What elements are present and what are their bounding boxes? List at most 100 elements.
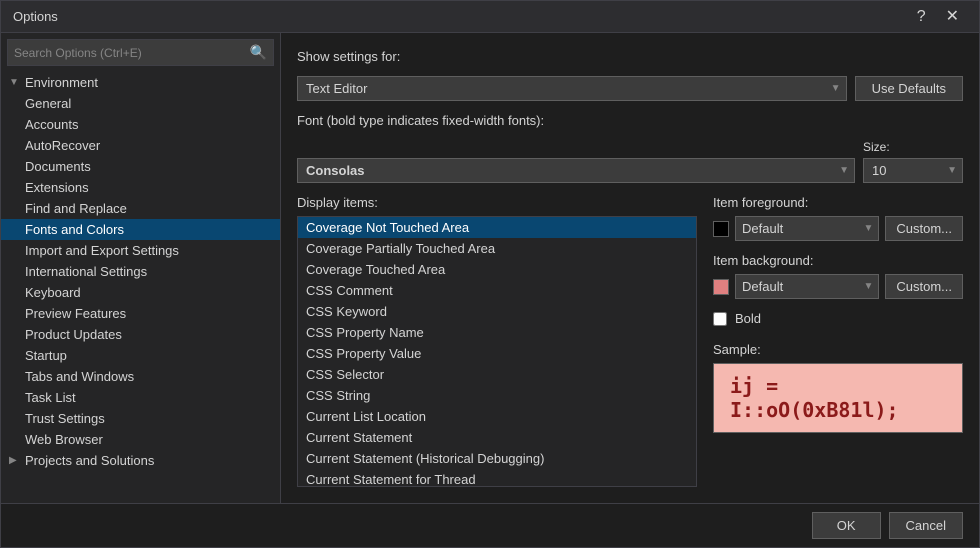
tree-item-extensions[interactable]: Extensions [1,177,280,198]
tree-label-task-list: Task List [25,390,76,405]
cancel-button[interactable]: Cancel [889,512,963,539]
font-row: Consolas ▼ Size: 10 ▼ [297,140,963,183]
tree-item-tabs-windows[interactable]: Tabs and Windows [1,366,280,387]
tree-item-import-export[interactable]: Import and Export Settings [1,240,280,261]
bold-row: Bold [713,311,963,326]
list-item-current-list-location[interactable]: Current List Location [298,406,696,427]
tree-label-startup: Startup [25,348,67,363]
tree-label-international: International Settings [25,264,147,279]
title-controls: ? ✕ [909,7,967,27]
list-item-coverage-touched[interactable]: Coverage Touched Area [298,259,696,280]
expand-arrow-environment: ▼ [9,77,25,88]
show-settings-dropdown[interactable]: Text Editor [297,76,847,101]
font-dropdown[interactable]: Consolas [297,158,855,183]
tree-label-general: General [25,96,71,111]
tree-label-import-export: Import and Export Settings [25,243,179,258]
tree-item-find-replace[interactable]: Find and Replace [1,198,280,219]
size-dropdown[interactable]: 10 [863,158,963,183]
list-item-coverage-not-touched[interactable]: Coverage Not Touched Area [298,217,696,238]
custom-bg-button[interactable]: Custom... [885,274,963,299]
list-item-current-statement-thread[interactable]: Current Statement for Thread [298,469,696,487]
ok-button[interactable]: OK [812,512,881,539]
bg-dropdown[interactable]: Default [735,274,879,299]
list-item-css-string[interactable]: CSS String [298,385,696,406]
tree-item-environment[interactable]: ▼ Environment [1,72,280,93]
tree-label-fonts-colors: Fonts and Colors [25,222,124,237]
tree-label-find-replace: Find and Replace [25,201,127,216]
sample-box: ij = I::oO(0xB81l); [713,363,963,433]
tree-item-preview[interactable]: Preview Features [1,303,280,324]
fg-dropdown[interactable]: Default [735,216,879,241]
display-list-col: Display items: Coverage Not Touched Area… [297,195,697,487]
tree-item-autorecover[interactable]: AutoRecover [1,135,280,156]
search-icon[interactable]: 🔍 [244,40,273,65]
sample-code: ij = I::oO(0xB81l); [730,374,946,422]
list-item-css-property-name[interactable]: CSS Property Name [298,322,696,343]
font-label: Font (bold type indicates fixed-width fo… [297,113,544,128]
bottom-bar: OK Cancel [1,503,979,547]
tree-label-autorecover: AutoRecover [25,138,100,153]
tree-item-trust[interactable]: Trust Settings [1,408,280,429]
use-defaults-button[interactable]: Use Defaults [855,76,963,101]
tree-label-environment: Environment [25,75,98,90]
tree-item-product-updates[interactable]: Product Updates [1,324,280,345]
show-settings-label: Show settings for: [297,49,400,64]
help-button[interactable]: ? [909,7,934,27]
item-fg-label: Item foreground: [713,195,963,210]
item-bg-row: Default ▼ Custom... [713,274,963,299]
list-item-current-statement-historical[interactable]: Current Statement (Historical Debugging) [298,448,696,469]
tree-item-general[interactable]: General [1,93,280,114]
display-items-label: Display items: [297,195,697,210]
size-label: Size: [863,140,963,154]
search-box[interactable]: 🔍 [7,39,274,66]
options-dialog: Options ? ✕ 🔍 ▼ Environment General [0,0,980,548]
list-item-css-keyword[interactable]: CSS Keyword [298,301,696,322]
tree-label-trust: Trust Settings [25,411,105,426]
tree-container: ▼ Environment General Accounts AutoRecov… [1,72,280,503]
dialog-title: Options [13,9,58,24]
title-bar: Options ? ✕ [1,1,979,33]
font-label-row: Font (bold type indicates fixed-width fo… [297,113,963,128]
tree-label-extensions: Extensions [25,180,89,195]
tree-item-web-browser[interactable]: Web Browser [1,429,280,450]
list-item-css-comment[interactable]: CSS Comment [298,280,696,301]
custom-fg-button[interactable]: Custom... [885,216,963,241]
tree-item-startup[interactable]: Startup [1,345,280,366]
left-panel: 🔍 ▼ Environment General Accounts AutoRec… [1,33,281,503]
display-list-container[interactable]: Coverage Not Touched Area Coverage Parti… [297,216,697,487]
item-fg-row: Default ▼ Custom... [713,216,963,241]
display-section: Display items: Coverage Not Touched Area… [297,195,963,487]
sample-label: Sample: [713,342,963,357]
tree-item-international[interactable]: International Settings [1,261,280,282]
tree-item-projects[interactable]: ▶ Projects and Solutions [1,450,280,471]
list-item-css-selector[interactable]: CSS Selector [298,364,696,385]
list-item-current-statement[interactable]: Current Statement [298,427,696,448]
item-bg-label: Item background: [713,253,963,268]
tree-item-task-list[interactable]: Task List [1,387,280,408]
sample-section: Sample: ij = I::oO(0xB81l); [713,342,963,433]
tree-label-tabs-windows: Tabs and Windows [25,369,134,384]
right-panel: Show settings for: Text Editor ▼ Use Def… [281,33,979,503]
item-fg-section: Item foreground: Default ▼ Custom... [713,195,963,241]
tree-item-documents[interactable]: Documents [1,156,280,177]
tree-label-projects: Projects and Solutions [25,453,154,468]
list-item-css-property-value[interactable]: CSS Property Value [298,343,696,364]
list-item-coverage-partially[interactable]: Coverage Partially Touched Area [298,238,696,259]
tree-label-preview: Preview Features [25,306,126,321]
bg-dropdown-wrapper: Default ▼ [735,274,879,299]
fg-dropdown-wrapper: Default ▼ [735,216,879,241]
size-select-wrapper: 10 ▼ [863,158,963,183]
font-select-wrapper: Consolas ▼ [297,158,855,183]
fg-swatch [713,221,729,237]
tree-item-keyboard[interactable]: Keyboard [1,282,280,303]
tree-item-accounts[interactable]: Accounts [1,114,280,135]
size-wrapper: Size: 10 ▼ [863,140,963,183]
bold-checkbox[interactable] [713,312,727,326]
bold-label: Bold [735,311,761,326]
tree-item-fonts-colors[interactable]: Fonts and Colors [1,219,280,240]
close-button[interactable]: ✕ [938,7,967,27]
tree-label-documents: Documents [25,159,91,174]
show-settings-row: Show settings for: [297,49,963,64]
search-input[interactable] [8,42,244,64]
item-bg-section: Item background: Default ▼ Custom... [713,253,963,299]
